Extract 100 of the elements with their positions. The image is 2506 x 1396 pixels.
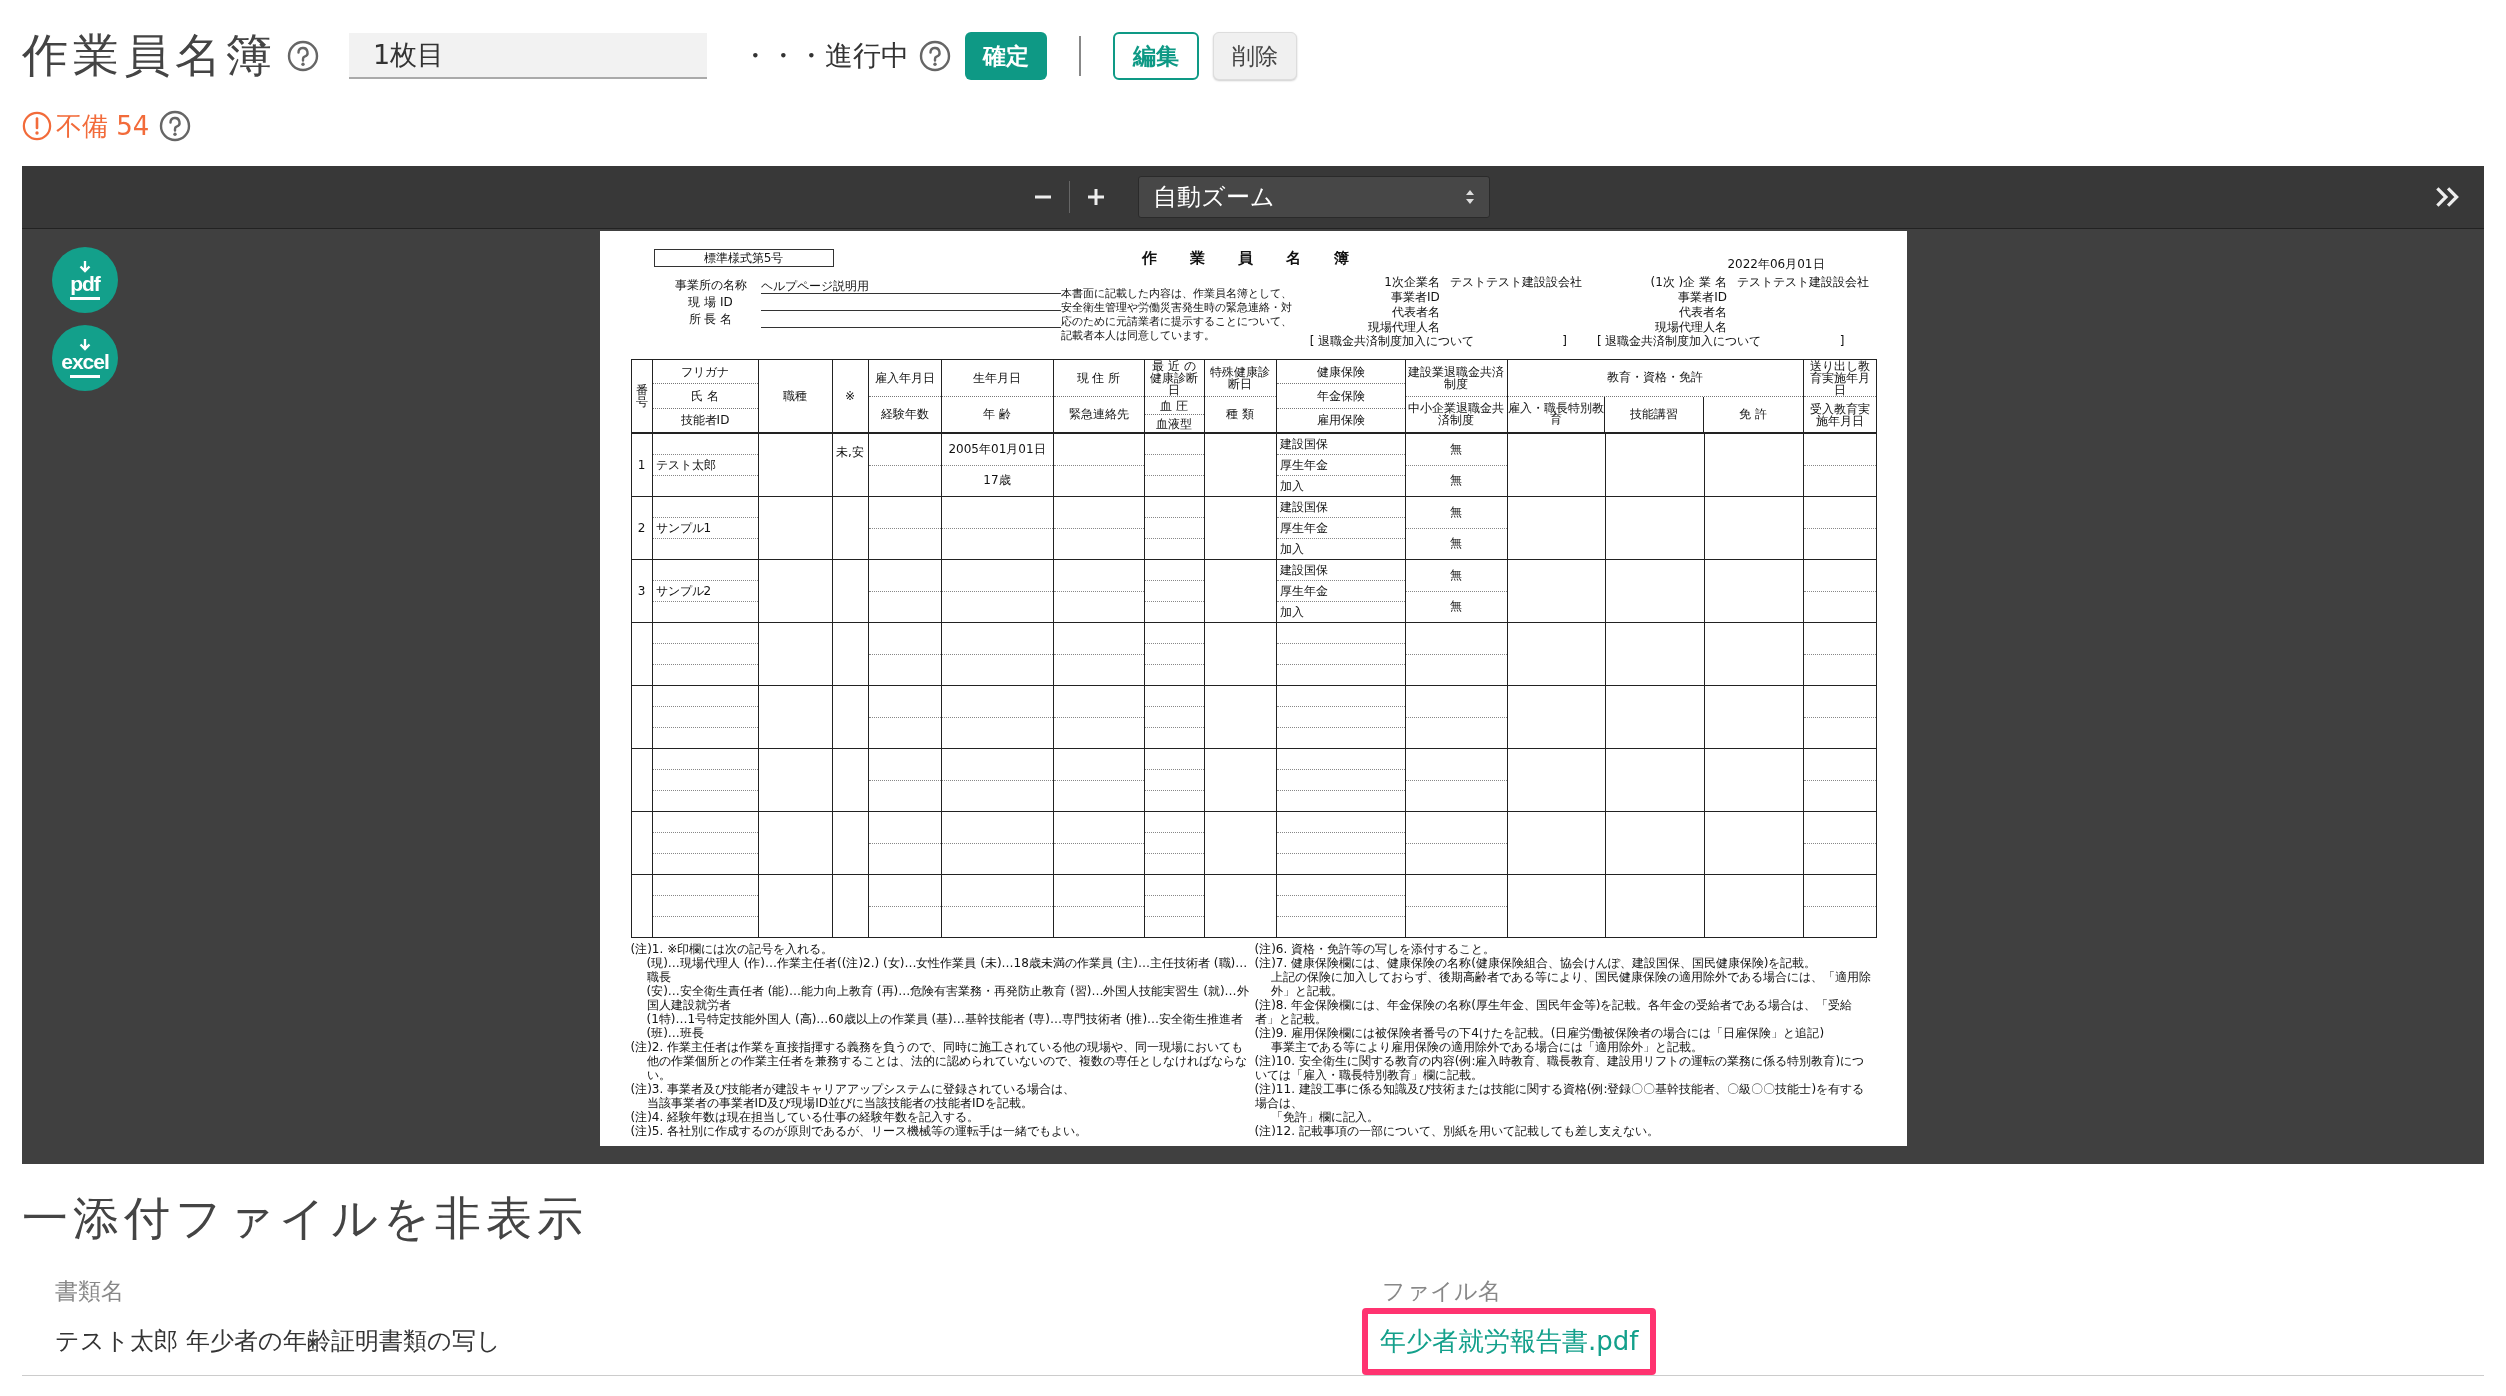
edit-button[interactable]: 編集 bbox=[1113, 32, 1199, 80]
table-cell: 無 bbox=[1450, 566, 1462, 584]
column-header: 職種 bbox=[783, 390, 807, 402]
document-title: 作 業 員 名 簿 bbox=[1141, 248, 1364, 268]
column-header: 特殊健康診断日 bbox=[1209, 365, 1271, 390]
note-text: (注)12. 記載事項の一部について、別紙を用いて記載しても差し支えない。 bbox=[1254, 1124, 1659, 1138]
table-cell: 加入 bbox=[1279, 477, 1304, 495]
field-label: 事業者ID bbox=[1677, 290, 1727, 305]
help-icon[interactable] bbox=[919, 40, 951, 72]
note-text: (注)9. 雇用保険欄には被保険者番号の下4けたを記載。(日雇労働被保険者の場合には「日雇保険」と追記) bbox=[1254, 1026, 1825, 1040]
consent-notice: 本書面に記載した内容は、作業員名簿として、安全衛生管理や労働災害発生時の緊急連絡・対応のために元請業者に提示することについて、記載者本人は同意しています。 bbox=[1060, 287, 1293, 343]
note-text: (注)8. 年金保険欄には、年金保険の名称(厚生年金、国民年金等)を記載。各年金の受給者である場合は、「受給者」と記載。 bbox=[1254, 998, 1853, 1026]
zoom-select[interactable]: 自動ズーム bbox=[1137, 176, 1490, 218]
table-cell: 厚生年金 bbox=[1279, 456, 1328, 474]
column-header: 免 許 bbox=[1739, 408, 1768, 420]
table-cell: 建設国保 bbox=[1279, 435, 1328, 453]
table-cell: 2005年01月01日 bbox=[948, 440, 1046, 458]
note-text: 他の作業個所との作業主任者を兼務することは、法的に認められていないので、複数の専任としなければならない。 bbox=[646, 1054, 1247, 1082]
table-cell: サンプル2 bbox=[655, 582, 712, 600]
column-header: 技能講習 bbox=[1630, 408, 1678, 420]
note-text: 上記の保険に加入しておらず、後期高齢者である等により、国民健康保険の適用除外である場合には、「適用除外」と記載。 bbox=[1270, 970, 1871, 998]
column-header: 緊急連絡先 bbox=[1068, 408, 1129, 421]
file-link[interactable]: 年少者就労報告書.pdf bbox=[1362, 1307, 1657, 1375]
field-value: テストテスト建設設会社 bbox=[1736, 275, 1869, 290]
note-text: (注)5. 各社別に作成するのが原則であるが、リース機械等の運転手は一緒でもよい。 bbox=[630, 1124, 1088, 1138]
section-label: [ 退職金共済制度加入について bbox=[1596, 335, 1762, 348]
column-header: フリガナ bbox=[681, 365, 729, 378]
column-header: 血液型 bbox=[1156, 417, 1192, 430]
note-text: (注)7. 健康保険欄には、健康保険の名称(健康保険組合、協会けんぽ、建設国保、国民健康保険)を記載。 bbox=[1254, 956, 1817, 970]
note-text: (現)…現場代理人 (作)…作業主任者((注)2.) (女)…女性作業員 (未)…18歳未満の作業員 (主)…主任技術者 (職)…職長 bbox=[646, 956, 1248, 984]
column-header: 健康保険 bbox=[1316, 365, 1365, 378]
table-cell: 17歳 bbox=[983, 472, 1011, 490]
download-button[interactable]: excel bbox=[52, 325, 118, 391]
confirm-button[interactable]: 確定 bbox=[965, 32, 1047, 80]
field-label: (1次 )企 業 名 bbox=[1649, 275, 1727, 290]
note-text: (注)1. ※印欄には次の記号を入れる。 bbox=[630, 942, 834, 956]
column-header: 番号 bbox=[634, 384, 649, 408]
field-label: 事業者ID bbox=[1390, 290, 1440, 305]
updown-icon bbox=[1464, 189, 1475, 205]
table-cell: 厚生年金 bbox=[1279, 582, 1328, 600]
table-cell: 無 bbox=[1450, 535, 1462, 553]
column-header: 最 近 の健康診断日 bbox=[1149, 360, 1199, 396]
field-value: テストテスト建設設会社 bbox=[1449, 275, 1582, 290]
download-button[interactable]: pdf bbox=[52, 247, 118, 313]
table-cell: 2 bbox=[637, 521, 646, 535]
table-cell: 加入 bbox=[1279, 603, 1304, 621]
column-header: 経験年数 bbox=[880, 408, 929, 421]
field-label: 1次企業名 bbox=[1383, 275, 1440, 290]
table-cell: 加入 bbox=[1279, 540, 1304, 558]
column-header: 中小企業退職金共済制度 bbox=[1407, 402, 1505, 427]
column-header: 現 住 所 bbox=[1076, 371, 1121, 384]
field-label: 事業所の名称 bbox=[673, 277, 748, 294]
note-text: (注)4. 経験年数は現在担当している仕事の経験年数を記入する。 bbox=[630, 1110, 980, 1124]
column-header: 教育・資格・免許 bbox=[1607, 369, 1703, 387]
column-header: 書類名 bbox=[55, 1277, 125, 1306]
table-cell: テスト太郎 bbox=[655, 456, 716, 474]
table-cell: 無 bbox=[1450, 503, 1462, 521]
column-header: 技能者ID bbox=[680, 414, 730, 427]
column-header: 受入教育実施年月日 bbox=[1808, 402, 1871, 427]
table-cell: 厚生年金 bbox=[1279, 519, 1328, 537]
column-header: 年金保険 bbox=[1316, 390, 1365, 402]
table-cell: 未,安 bbox=[836, 444, 864, 461]
table-cell: サンプル1 bbox=[655, 519, 712, 537]
column-header: ファイル名 bbox=[1382, 1277, 1502, 1306]
bracket-mark: ] bbox=[1562, 335, 1567, 348]
help-icon[interactable] bbox=[287, 40, 319, 72]
column-header: 血 圧 bbox=[1160, 399, 1188, 412]
field-label: 現場代理人名 bbox=[1366, 320, 1440, 335]
note-text: (注)10. 安全衛生に関する教育の内容(例:雇入時教育、職長教育、建設用リフトの運転の業務に係る特別教育)については「雇入・職長特別教育」欄に記載。 bbox=[1254, 1054, 1865, 1082]
attachments-toggle[interactable]: 一添付ファイルを非表示 bbox=[22, 1191, 588, 1245]
document-date: 2022年06月01日 bbox=[1727, 256, 1825, 271]
column-header: 送り出し教育実施年月日 bbox=[1808, 360, 1871, 396]
section-label: [ 退職金共済制度加入について bbox=[1309, 335, 1475, 348]
column-header: 生年月日 bbox=[973, 371, 1021, 384]
note-text: (注)2. 作業主任者は作業を直接指揮する義務を負うので、同時に施工されている他の現場や、同一現場においても bbox=[630, 1040, 1244, 1054]
bracket-mark: ] bbox=[1839, 335, 1845, 348]
page-title: 作業員名簿 bbox=[22, 27, 277, 84]
warning-icon bbox=[22, 111, 52, 141]
column-header: 雇入・職長特別教育 bbox=[1507, 403, 1605, 426]
column-header: 雇入年月日 bbox=[874, 371, 935, 384]
table-cell: 1 bbox=[637, 458, 646, 472]
field-label: 現場代理人名 bbox=[1653, 320, 1727, 335]
table-cell: 無 bbox=[1450, 472, 1462, 490]
field-label: 代表者名 bbox=[1677, 305, 1727, 320]
sheet-field[interactable]: 1枚目 bbox=[349, 33, 707, 79]
field-label: 所 長 名 bbox=[687, 311, 734, 328]
deficiency-count: 不備 54 bbox=[56, 109, 150, 143]
note-text: (安)…安全衛生責任者 (能)…能力向上教育 (再)…危険有害業務・再発防止教育 (習)…外国人技能実習生 (就)…外国人建設就労者 bbox=[646, 984, 1249, 1012]
column-header: 雇用保険 bbox=[1316, 414, 1365, 427]
note-text: (注)11. 建設工事に係る知識及び技術または技能に関する資格(例:登録〇〇基幹技能者、〇級〇〇技能士)を有する場合は、 bbox=[1254, 1082, 1865, 1110]
column-header: 建設業退職金共済制度 bbox=[1407, 365, 1505, 390]
note-text: (1特)…1号特定技能外国人 (高)…60歳以上の作業員 (基)…基幹技能者 (専)…専門技術者 (推)…安全衛生推進者 (班)…班長 bbox=[646, 1012, 1244, 1040]
table-cell: 建設国保 bbox=[1279, 561, 1328, 579]
column-header: 年 齢 bbox=[983, 408, 1011, 421]
table-cell: 3 bbox=[637, 584, 646, 598]
delete-button[interactable]: 削除 bbox=[1213, 32, 1297, 80]
help-icon[interactable] bbox=[159, 110, 192, 142]
column-header: 氏 名 bbox=[691, 390, 719, 402]
table-cell: 無 bbox=[1450, 440, 1462, 458]
table-cell: 無 bbox=[1450, 598, 1462, 616]
